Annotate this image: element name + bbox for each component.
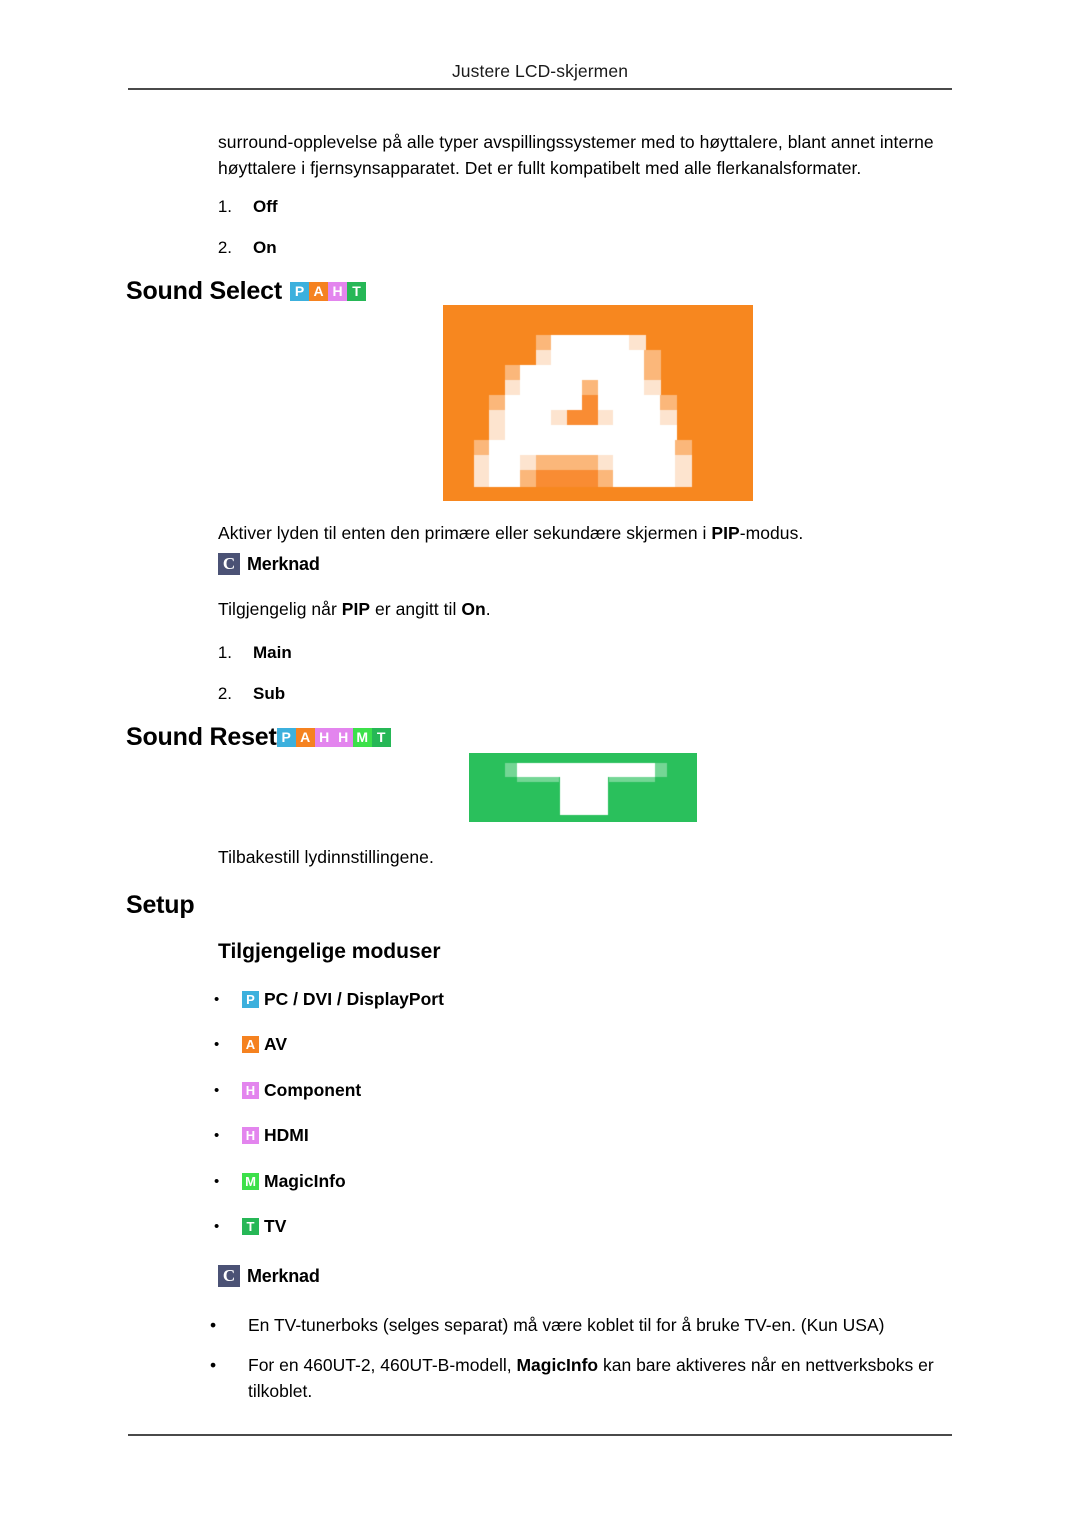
note-c-icon: C [218,553,240,575]
list-item: 2. Sub [198,683,285,705]
mode-label: HDMI [264,1125,309,1145]
note-bullet-tuner: • En TV-tunerboks (selges separat) må væ… [210,1312,955,1338]
note-merknad-1: C Merknad [218,553,320,575]
page-header-title: Justere LCD-skjermen [451,61,629,81]
badge-t-icon: T [242,1218,259,1235]
header-divider [128,88,952,90]
mode-list-item-pc: • P PC / DVI / DisplayPort [214,988,444,1011]
note-merknad-2: C Merknad [218,1265,320,1287]
badge-p-icon: P [276,727,296,747]
heading-setup: Setup [126,890,195,920]
badge-a-icon: A [308,281,328,301]
bullet-glyph: • [210,1355,217,1375]
note-bullet-magicinfo: • For en 460UT-2, 460UT-B-modell, MagicI… [210,1352,955,1404]
badge-t-icon: T [346,281,366,301]
heading-sound-select: Sound Select PAHT [126,276,366,306]
note-label: Merknad [247,553,320,574]
list-item: 1. Off [198,196,278,218]
intro-paragraph: surround-opplevelse på alle typer avspil… [218,132,934,178]
subheading-available-modes: Tilgjengelige moduser [218,940,441,963]
mode-list-item-av: • A AV [214,1033,287,1056]
bullet-glyph: • [214,1127,220,1144]
mode-badges-sound-reset: PAHHMT [276,727,391,747]
mode-label: AV [264,1034,288,1054]
badge-h-icon: H [327,281,347,301]
desc-text-bold: PIP [711,523,740,543]
bullet-glyph: • [214,991,220,1008]
note-text-middle: er angitt til [370,599,462,619]
desc-text-before: Aktiver lyden til enten den primære elle… [218,523,712,543]
note-text-bold-on: On [461,599,486,619]
badge-h2-icon: H [333,727,353,747]
heading-sound-reset-text: Sound Reset [126,723,277,751]
mode-label: Component [264,1080,362,1100]
note-merknad-1-text: Tilgjengelig når PIP er angitt til On. [218,597,958,623]
badge-m-icon: M [242,1173,259,1190]
badge-p-icon: P [289,281,309,301]
heading-sound-reset: Sound Reset PAHHMT [126,722,391,752]
badge-h-icon: H [314,727,334,747]
footer-divider [128,1434,952,1436]
bullet-glyph: • [214,1173,220,1190]
list-item: 2. On [198,237,277,259]
note-c-icon: C [218,1265,240,1287]
list-label: Sub [253,684,286,703]
list-number: 2. [217,238,232,257]
note-bullet-before: For en 460UT-2, 460UT-B-modell, [248,1355,517,1375]
mode-badges-sound-select: PAHT [289,281,366,301]
desc-text-after: -modus. [739,523,804,543]
mode-list-item-hdmi: • H HDMI [214,1124,309,1147]
sound-reset-figure [469,753,697,822]
badge-h2-icon: H [242,1127,259,1144]
mode-list-item-magicinfo: • M MagicInfo [214,1170,346,1193]
sound-reset-description: Tilbakestill lydinnstillingene. [218,847,434,867]
list-label: Main [253,643,292,662]
badge-h-icon: H [242,1082,259,1099]
list-label: On [253,238,277,257]
note-bullet-text: For en 460UT-2, 460UT-B-modell, MagicInf… [248,1352,955,1404]
list-item: 1. Main [198,642,292,664]
badge-a-icon: A [295,727,315,747]
note-label: Merknad [247,1265,320,1286]
bullet-glyph: • [214,1082,220,1099]
mode-label: TV [264,1216,287,1236]
bullet-glyph: • [214,1036,220,1053]
note-text-after: . [485,599,491,619]
badge-p-icon: P [242,991,259,1008]
list-label: Off [253,197,278,216]
note-text-bold-pip: PIP [341,599,371,619]
mode-label: PC / DVI / DisplayPort [264,989,444,1009]
mode-list-item-component: • H Component [214,1079,361,1102]
sound-select-description: Aktiver lyden til enten den primære elle… [218,521,958,547]
list-number: 2. [217,684,232,703]
bullet-glyph: • [210,1315,217,1335]
list-number: 1. [217,643,232,662]
mode-label: MagicInfo [264,1171,346,1191]
badge-t-icon: T [371,727,391,747]
mode-list-item-tv: • T TV [214,1215,286,1238]
bullet-glyph: • [214,1218,220,1235]
heading-setup-text: Setup [126,891,195,919]
sound-select-screenshot [443,305,753,501]
note-text-before: Tilgjengelig når [218,599,342,619]
list-number: 1. [217,197,232,216]
badge-a-icon: A [242,1036,259,1053]
sound-select-figure [443,305,753,501]
document-page: Justere LCD-skjermen surround-opplevelse… [0,0,1080,1527]
note-bullet-text: En TV-tunerboks (selges separat) må være… [248,1315,885,1335]
badge-m-icon: M [352,727,372,747]
note-bullet-bold: MagicInfo [516,1355,599,1375]
sound-reset-screenshot [469,753,697,822]
heading-sound-select-text: Sound Select [126,277,282,305]
